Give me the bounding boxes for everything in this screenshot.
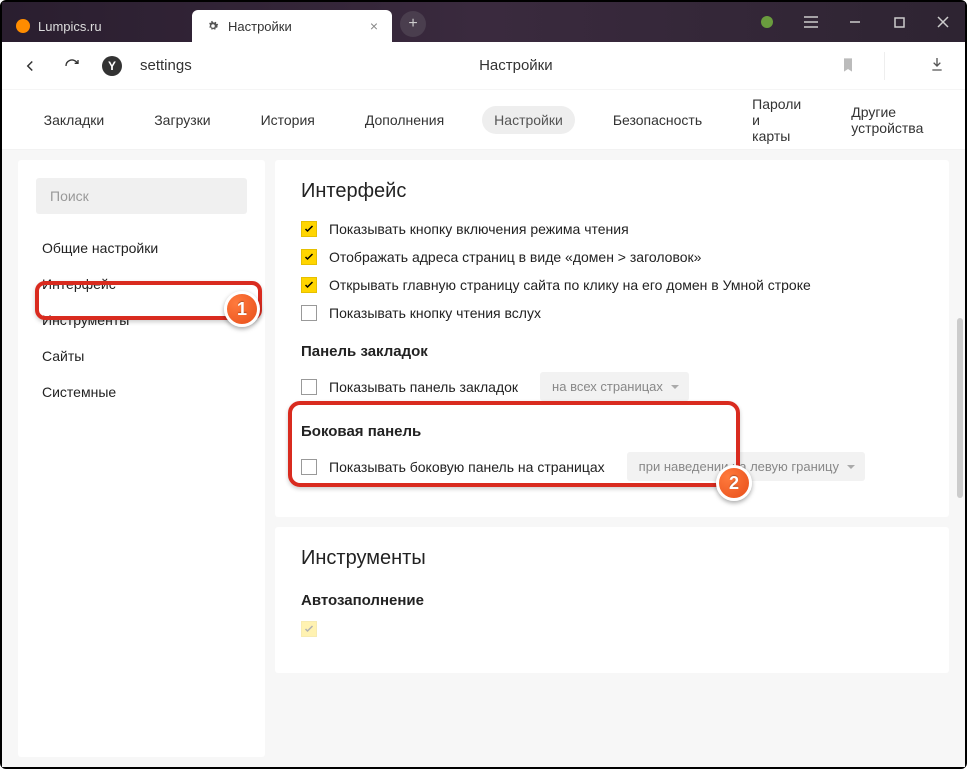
check-label: Показывать кнопку чтения вслух bbox=[329, 305, 541, 321]
sub-autofill: Автозаполнение bbox=[301, 592, 923, 609]
topnav-bookmarks[interactable]: Закладки bbox=[32, 106, 117, 134]
section-tools: Инструменты Автозаполнение bbox=[275, 527, 949, 673]
check-autofill-partial[interactable] bbox=[301, 621, 923, 637]
checkbox-icon[interactable] bbox=[301, 249, 317, 265]
section-title: Интерфейс bbox=[301, 180, 923, 203]
titlebar: Lumpics.ru Настройки × + bbox=[2, 2, 965, 42]
sidebar-item-system[interactable]: Системные bbox=[18, 374, 265, 410]
check-label: Показывать кнопку включения режима чтени… bbox=[329, 221, 629, 237]
check-read-aloud[interactable]: Показывать кнопку чтения вслух bbox=[301, 305, 923, 321]
annotation-badge-2: 2 bbox=[716, 465, 752, 501]
checkbox-icon[interactable] bbox=[301, 621, 317, 637]
check-show-sidepanel[interactable]: Показывать боковую панель на страницах п… bbox=[301, 452, 923, 481]
tab-title: Настройки bbox=[228, 19, 292, 34]
sub-side-panel: Боковая панель bbox=[301, 423, 923, 440]
sidebar-item-sites[interactable]: Сайты bbox=[18, 338, 265, 374]
sub-bookmarks-panel: Панель закладок bbox=[301, 343, 923, 360]
topnav-history[interactable]: История bbox=[249, 106, 327, 134]
check-open-home[interactable]: Открывать главную страницу сайта по клик… bbox=[301, 277, 923, 293]
check-label bbox=[329, 621, 333, 637]
settings-panel: Интерфейс Показывать кнопку включения ре… bbox=[265, 150, 965, 767]
sidebar-item-general[interactable]: Общие настройки bbox=[18, 230, 265, 266]
menu-icon[interactable] bbox=[789, 2, 833, 42]
extension-icon[interactable] bbox=[745, 2, 789, 42]
check-reading-mode[interactable]: Показывать кнопку включения режима чтени… bbox=[301, 221, 923, 237]
url-text[interactable]: settings bbox=[140, 57, 192, 74]
section-title: Инструменты bbox=[301, 547, 923, 570]
gear-icon bbox=[206, 19, 220, 33]
topnav-downloads[interactable]: Загрузки bbox=[142, 106, 222, 134]
sidebar: Поиск Общие настройки Интерфейс Инструме… bbox=[18, 160, 265, 757]
divider bbox=[884, 52, 885, 80]
minimize-button[interactable] bbox=[833, 2, 877, 42]
download-icon[interactable] bbox=[929, 56, 949, 76]
lumpics-favicon bbox=[16, 19, 30, 33]
checkbox-icon[interactable] bbox=[301, 221, 317, 237]
check-label: Отображать адреса страниц в виде «домен … bbox=[329, 249, 701, 265]
topnav-addons[interactable]: Дополнения bbox=[353, 106, 456, 134]
tab-settings[interactable]: Настройки × bbox=[192, 10, 392, 42]
search-input[interactable]: Поиск bbox=[36, 178, 247, 214]
annotation-badge-1: 1 bbox=[224, 291, 260, 327]
section-interface: Интерфейс Показывать кнопку включения ре… bbox=[275, 160, 949, 517]
scrollbar-thumb[interactable] bbox=[957, 318, 963, 498]
addressbar: Y settings Настройки bbox=[2, 42, 965, 90]
checkbox-icon[interactable] bbox=[301, 305, 317, 321]
bookmark-icon[interactable] bbox=[840, 56, 860, 76]
check-label: Открывать главную страницу сайта по клик… bbox=[329, 277, 811, 293]
topnav-security[interactable]: Безопасность bbox=[601, 106, 714, 134]
tab-title: Lumpics.ru bbox=[38, 19, 102, 34]
checkbox-icon[interactable] bbox=[301, 459, 317, 475]
content: Поиск Общие настройки Интерфейс Инструме… bbox=[2, 150, 965, 767]
topnav-devices[interactable]: Другие устройства bbox=[839, 98, 935, 142]
bookmarks-dropdown[interactable]: на всех страницах bbox=[540, 372, 689, 401]
check-show-bookmarks[interactable]: Показывать панель закладок на всех стран… bbox=[301, 372, 923, 401]
new-tab-button[interactable]: + bbox=[400, 11, 426, 37]
reload-button[interactable] bbox=[60, 54, 84, 78]
topnav-passwords[interactable]: Пароли и карты bbox=[740, 90, 813, 150]
close-icon[interactable]: × bbox=[370, 18, 378, 34]
tab-lumpics[interactable]: Lumpics.ru bbox=[2, 10, 192, 42]
top-nav: Закладки Загрузки История Дополнения Нас… bbox=[2, 90, 965, 150]
topnav-settings[interactable]: Настройки bbox=[482, 106, 575, 134]
check-label: Показывать панель закладок bbox=[329, 379, 518, 395]
checkbox-icon[interactable] bbox=[301, 379, 317, 395]
check-domain-title[interactable]: Отображать адреса страниц в виде «домен … bbox=[301, 249, 923, 265]
back-button[interactable] bbox=[18, 54, 42, 78]
yandex-logo-icon[interactable]: Y bbox=[102, 56, 122, 76]
checkbox-icon[interactable] bbox=[301, 277, 317, 293]
close-button[interactable] bbox=[921, 2, 965, 42]
check-label: Показывать боковую панель на страницах bbox=[329, 459, 605, 475]
maximize-button[interactable] bbox=[877, 2, 921, 42]
page-title: Настройки bbox=[210, 57, 822, 74]
